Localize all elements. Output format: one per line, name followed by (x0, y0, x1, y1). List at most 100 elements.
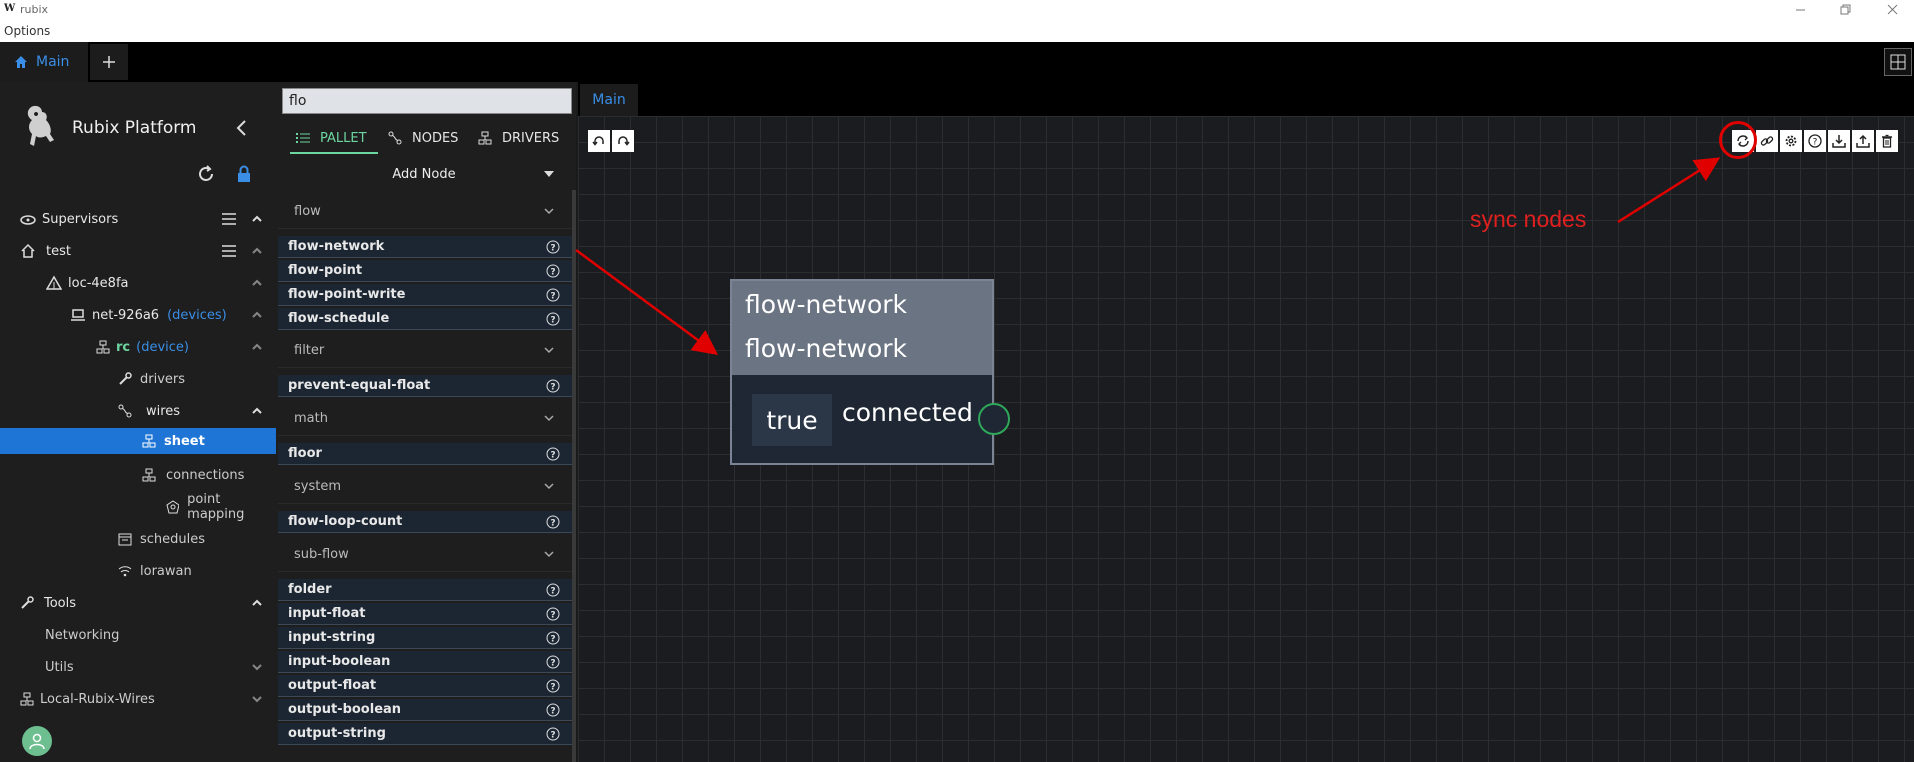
layout-toggle-button[interactable] (1884, 48, 1912, 76)
upload-icon (1856, 134, 1870, 148)
sidebar-item-network[interactable]: net-926a6 (devices) (0, 300, 276, 330)
pallet-item[interactable]: prevent-equal-float? (278, 375, 572, 397)
chevron-down-icon (544, 483, 554, 490)
help-icon[interactable]: ? (546, 727, 560, 741)
svg-text:?: ? (550, 268, 555, 278)
help-icon[interactable]: ? (546, 312, 560, 326)
svg-text:?: ? (550, 587, 555, 597)
user-icon (29, 733, 45, 750)
category-sub-flow[interactable]: sub-flow (278, 538, 572, 572)
sidebar-item-connections[interactable]: connections (0, 460, 276, 490)
chevron-up-icon[interactable] (252, 406, 262, 416)
sidebar-item-utils[interactable]: Utils (0, 652, 276, 682)
pallet-item[interactable]: folder? (278, 579, 572, 601)
menu-icon[interactable] (222, 244, 236, 258)
svg-text:?: ? (550, 451, 555, 461)
add-node-dropdown[interactable]: Add Node (276, 158, 572, 190)
chevron-up-icon[interactable] (252, 598, 262, 608)
minimize-button[interactable] (1780, 0, 1820, 20)
sidebar-item-sheet[interactable]: sheet (0, 428, 276, 454)
help-button[interactable]: ? (1804, 130, 1826, 152)
chevron-down-icon[interactable] (252, 662, 262, 672)
delete-button[interactable] (1876, 130, 1898, 152)
chevron-up-icon[interactable] (252, 246, 262, 256)
undo-button[interactable] (588, 130, 610, 152)
help-icon[interactable]: ? (546, 607, 560, 621)
lock-button[interactable] (234, 164, 254, 184)
trash-icon (1882, 134, 1892, 148)
help-icon[interactable]: ? (546, 631, 560, 645)
collapse-sidebar-button[interactable] (234, 118, 250, 138)
category-flow[interactable]: flow (278, 195, 572, 229)
sidebar-item-test[interactable]: test (0, 236, 276, 266)
settings-button[interactable] (1780, 130, 1802, 152)
sidebar-item-point-mapping[interactable]: point mapping (0, 492, 276, 522)
pallet-item[interactable]: flow-network? (278, 236, 572, 258)
category-math[interactable]: math (278, 402, 572, 436)
pallet-item[interactable]: floor? (278, 443, 572, 465)
node-output-port[interactable] (978, 403, 1010, 435)
tab-nodes[interactable]: NODES (388, 124, 458, 152)
chevron-up-icon[interactable] (252, 342, 262, 352)
tab-pallet[interactable]: PALLET (296, 124, 367, 152)
help-icon[interactable]: ? (546, 679, 560, 693)
help-icon[interactable]: ? (546, 288, 560, 302)
redo-button[interactable] (612, 130, 634, 152)
sidebar-item-device[interactable]: rc (device) (0, 332, 276, 362)
avatar[interactable] (22, 726, 52, 756)
help-icon[interactable]: ? (546, 515, 560, 529)
pallet-item[interactable]: input-string? (278, 627, 572, 649)
pallet-item[interactable]: output-string? (278, 723, 572, 745)
help-icon[interactable]: ? (546, 379, 560, 393)
pallet-search-input[interactable] (282, 88, 572, 114)
tab-main[interactable]: Main (0, 42, 88, 82)
chevron-up-icon[interactable] (252, 214, 262, 224)
pallet-scrollbar[interactable] (572, 190, 576, 762)
upload-button[interactable] (1852, 130, 1874, 152)
canvas-tab-main[interactable]: Main (580, 84, 638, 116)
connections-icon (142, 468, 156, 482)
pallet-item[interactable]: output-float? (278, 675, 572, 697)
sidebar-item-lorawan[interactable]: lorawan (0, 556, 276, 586)
help-icon[interactable]: ? (546, 655, 560, 669)
sidebar-item-wires[interactable]: wires (0, 396, 276, 426)
menu-icon[interactable] (222, 212, 236, 226)
pallet-item[interactable]: flow-point-write? (278, 284, 572, 306)
menu-options[interactable]: Options (4, 24, 50, 38)
download-button[interactable] (1828, 130, 1850, 152)
help-icon[interactable]: ? (546, 264, 560, 278)
chevron-up-icon[interactable] (252, 278, 262, 288)
sidebar-item-local-rubix-wires[interactable]: Local-Rubix-Wires (0, 684, 276, 714)
chevron-up-icon[interactable] (252, 310, 262, 320)
sidebar-item-supervisors[interactable]: Supervisors (0, 204, 276, 234)
sidebar-item-drivers[interactable]: drivers (0, 364, 276, 394)
restore-button[interactable] (1826, 0, 1866, 20)
pallet-item[interactable]: input-boolean? (278, 651, 572, 673)
help-icon[interactable]: ? (546, 703, 560, 717)
gear-icon (1785, 135, 1797, 147)
pallet-item[interactable]: flow-schedule? (278, 308, 572, 330)
sidebar-item-networking[interactable]: Networking (0, 620, 276, 650)
close-window-button[interactable] (1872, 0, 1912, 20)
sidebar-item-label: schedules (140, 531, 206, 547)
pallet-item[interactable]: output-boolean? (278, 699, 572, 721)
help-icon[interactable]: ? (546, 583, 560, 597)
pallet-item[interactable]: flow-point? (278, 260, 572, 282)
redo-icon (618, 136, 630, 146)
pallet-item[interactable]: input-float? (278, 603, 572, 625)
category-filter[interactable]: filter (278, 334, 572, 368)
svg-text:?: ? (1813, 138, 1818, 148)
sidebar-item-schedules[interactable]: schedules (0, 524, 276, 554)
help-icon[interactable]: ? (546, 447, 560, 461)
link-button[interactable] (1756, 130, 1778, 152)
category-system[interactable]: system (278, 470, 572, 504)
chevron-down-icon[interactable] (252, 694, 262, 704)
tab-drivers[interactable]: DRIVERS (478, 124, 559, 152)
sidebar-item-tools[interactable]: Tools (0, 588, 276, 618)
sidebar-item-loc[interactable]: loc-4e8fa (0, 268, 276, 298)
help-icon[interactable]: ? (546, 240, 560, 254)
refresh-button[interactable] (196, 164, 216, 184)
pallet-item[interactable]: flow-loop-count? (278, 511, 572, 533)
layout-icon (1890, 54, 1906, 70)
add-tab-button[interactable] (90, 44, 128, 80)
